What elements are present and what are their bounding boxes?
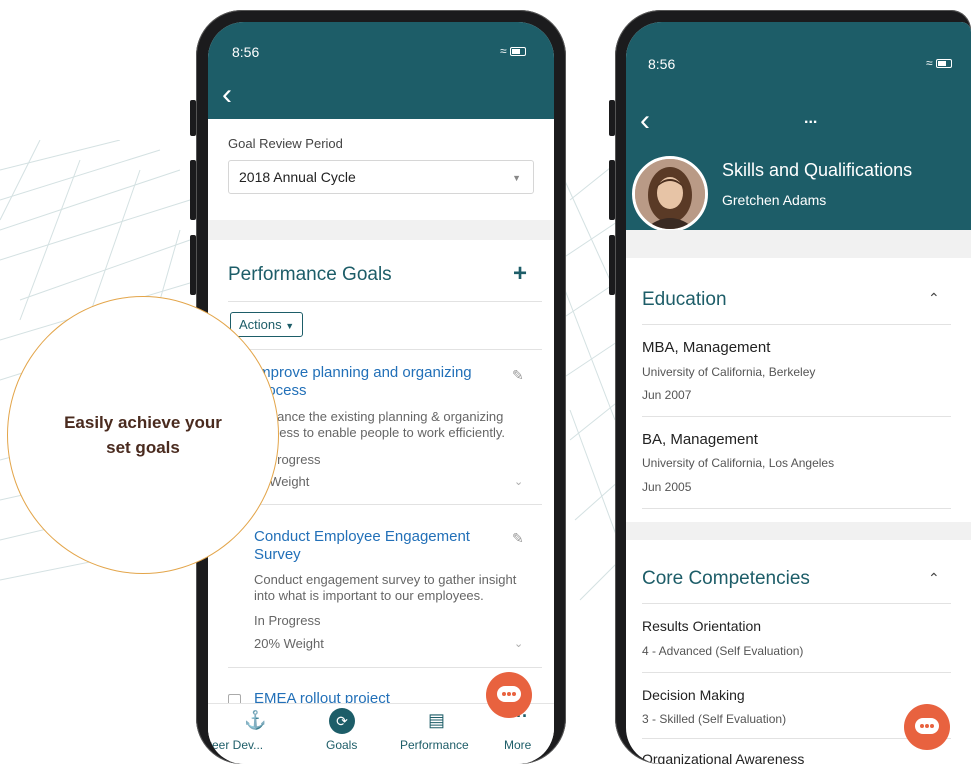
chevron-up-icon[interactable]: ⌃ [928,290,940,307]
status-icons: ≈ [500,44,526,58]
add-goal-button[interactable]: + [513,260,527,288]
performance-goals-title: Performance Goals [228,264,392,285]
page-title: Skills and Qualifications [722,160,913,180]
feature-callout: Easily achieve your set goals [7,296,279,574]
goal-description-line: process to enable people to work efficie… [254,425,505,440]
chevron-up-icon[interactable]: ⌃ [928,570,940,587]
divider [642,603,951,604]
chevron-down-icon[interactable]: ⌄ [514,637,523,650]
chat-button[interactable] [904,704,950,750]
phone-right: 8:56 ≈ ‹ ... Skills and Qualifications G… [609,10,971,764]
phone-side-button [609,100,615,136]
competency-name: Decision Making [642,687,745,703]
goal-description: Enhance the existing planning & organizi… [254,409,505,441]
divider [228,504,542,505]
divider [642,738,951,739]
divider [228,301,542,302]
divider [642,416,951,417]
phone-side-button [190,160,196,220]
goals-icon[interactable]: ⟳ [329,708,355,734]
degree: BA, Management [642,431,758,448]
divider [642,508,951,509]
chat-button[interactable] [486,672,532,718]
status-time: 8:56 [232,44,260,60]
callout-line: Easily achieve your [64,413,222,432]
competency-name: Organizational Awareness [642,751,805,764]
person-name: Gretchen Adams [722,192,827,208]
tab-performance[interactable]: Performance [400,738,469,752]
goal-review-period-value: 2018 Annual Cycle [239,169,356,185]
goal-title-line: Survey [254,546,301,563]
competency-level: 3 - Skilled (Self Evaluation) [642,712,787,726]
school: University of California, Berkeley [642,365,816,379]
goal-review-period-label: Goal Review Period [228,136,343,151]
divider [228,667,542,668]
divider [228,349,542,350]
date: Jun 2007 [642,388,692,402]
phone-side-button [609,235,615,295]
tab-more[interactable]: More [504,738,531,752]
goal-description: Conduct engagement survey to gather insi… [254,572,516,604]
battery-icon [509,47,526,57]
signpost-icon[interactable]: ⚓ [244,710,266,731]
goal-description-line: Enhance the existing planning & organizi… [254,409,504,424]
school: University of California, Los Angeles [642,456,835,470]
performance-chart-icon[interactable]: ▤ [428,710,445,731]
caret-down-icon: ▼ [512,173,521,183]
phone-side-button [190,235,196,295]
edit-pencil-icon[interactable]: ✎ [512,530,524,547]
tab-goals[interactable]: Goals [326,738,357,752]
competency-level: 4 - Advanced (Self Evaluation) [642,644,804,658]
back-button[interactable]: ‹ [222,80,232,110]
avatar [632,156,708,232]
competency-name: Results Orientation [642,618,762,634]
core-competencies-title: Core Competencies [642,568,810,589]
divider [642,672,951,673]
actions-label: Actions [239,317,282,332]
goal-title[interactable]: Conduct Employee Engagement Survey [254,528,470,564]
tab-career-development[interactable]: reer Dev... [208,738,263,752]
status-icons: ≈ [926,56,952,70]
goal-title-line: Improve planning and organizing [254,364,472,381]
callout-text: Easily achieve your set goals [8,410,278,460]
degree: MBA, Management [642,339,771,356]
goal-status: In Progress [254,613,321,628]
battery-icon [935,59,952,69]
wifi-icon: ≈ [926,56,933,70]
date: Jun 2005 [642,480,692,494]
goal-title[interactable]: Improve planning and organizing process [254,364,472,400]
chevron-down-icon[interactable]: ⌄ [514,475,523,488]
section-separator [626,230,971,258]
app-header [208,22,554,119]
goal-description-line: into what is important to our employees. [254,588,484,603]
back-button[interactable]: ‹ [640,106,650,136]
wifi-icon: ≈ [500,44,507,58]
profile-photo [635,159,705,229]
section-separator [626,522,971,540]
chat-bubble-icon [497,686,521,702]
phone-side-button [609,160,615,220]
more-options-button[interactable]: ... [804,110,817,128]
phone-side-button [190,100,196,136]
status-time: 8:56 [648,56,676,72]
education-title: Education [642,289,727,310]
divider [642,324,951,325]
phone-right-screen: 8:56 ≈ ‹ ... Skills and Qualifications G… [626,22,971,764]
edit-pencil-icon[interactable]: ✎ [512,367,524,384]
goal-description-line: Conduct engagement survey to gather insi… [254,572,517,587]
goal-title-line: Conduct Employee Engagement [254,528,470,545]
goal-weight: 20% Weight [254,636,324,651]
actions-dropdown-button[interactable]: Actions ▼ [230,312,304,337]
goal-review-period-select[interactable]: 2018 Annual Cycle ▼ [228,160,534,194]
caret-down-icon: ▼ [285,321,295,331]
chat-bubble-icon [915,718,939,734]
goal-title-line: process [254,382,307,399]
section-separator [208,220,554,240]
callout-line: set goals [106,438,180,457]
